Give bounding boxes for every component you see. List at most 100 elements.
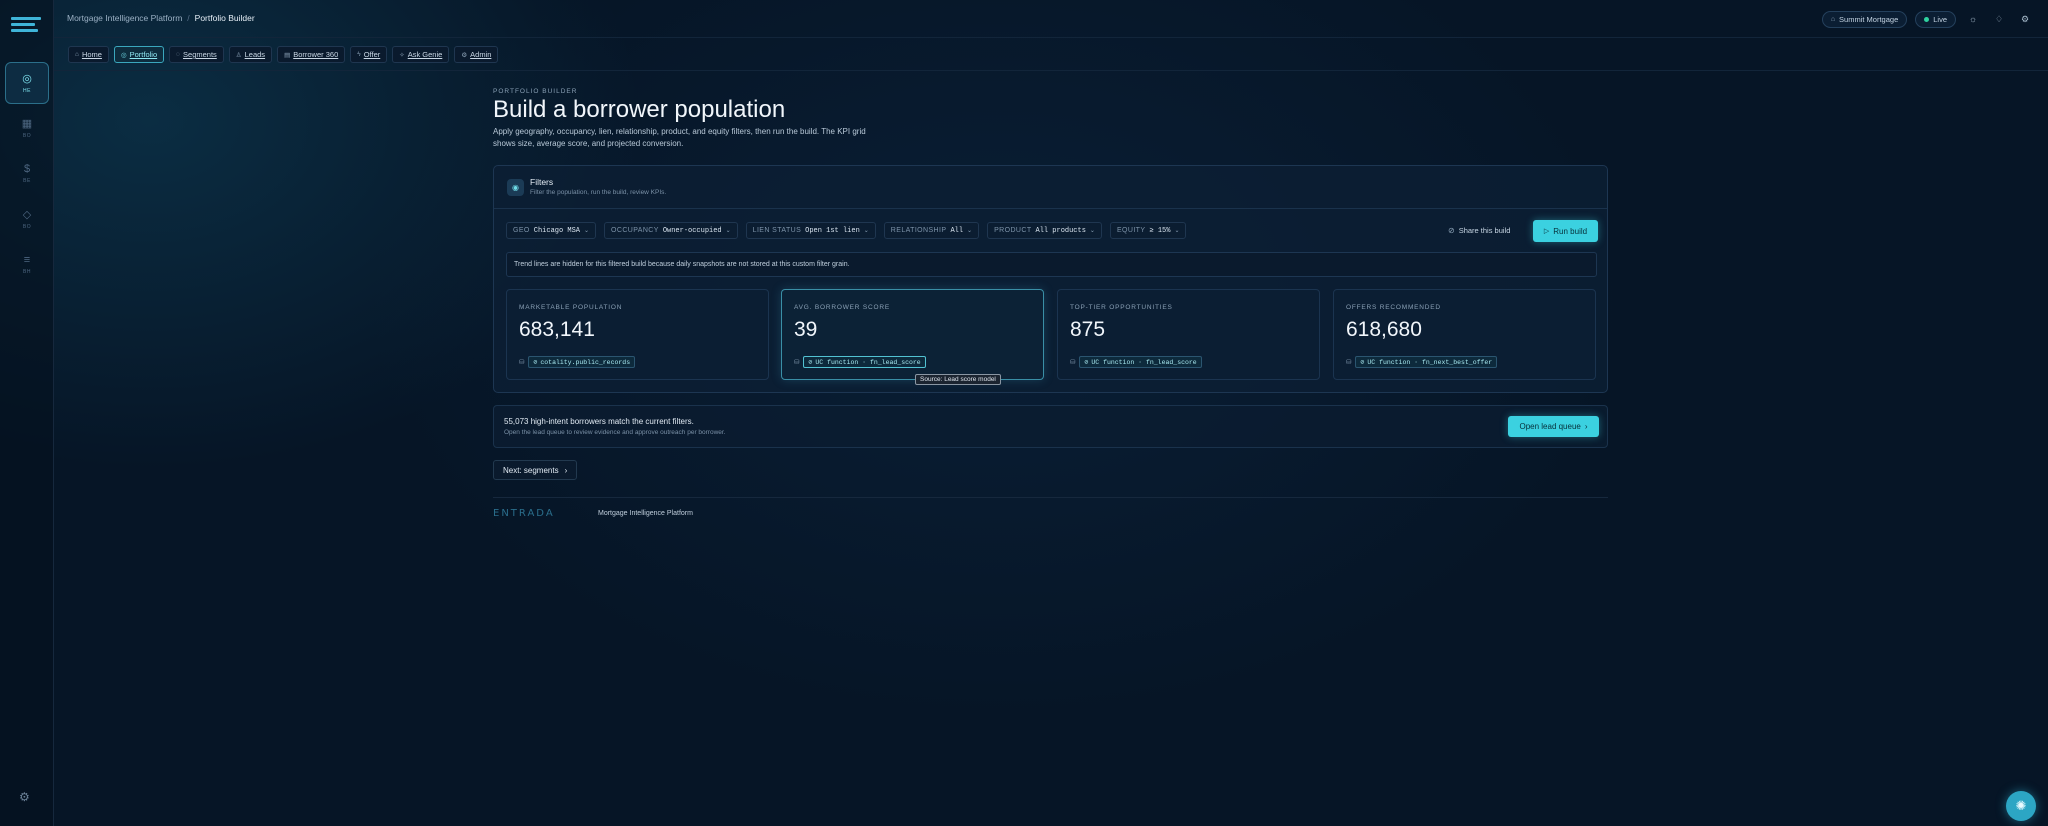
filter-value: Chicago MSA — [533, 226, 580, 235]
app-logo-icon[interactable] — [11, 17, 41, 39]
chevron-down-icon: ⌄ — [967, 228, 973, 234]
filter-equity[interactable]: EQUITY ≥ 15% ⌄ — [1109, 222, 1187, 239]
filter-product[interactable]: PRODUCT All products ⌄ — [987, 222, 1102, 239]
tab-segments[interactable]: ◌ Segments — [169, 46, 224, 63]
chat-icon: ◌ — [176, 51, 181, 58]
chevron-down-icon: ⌄ — [863, 228, 869, 234]
share-build-button[interactable]: ⊘ Share this build — [1448, 222, 1510, 239]
rail-item-filter[interactable]: ≡ BH — [5, 245, 49, 287]
bell-icon[interactable]: ♢ — [1990, 10, 2008, 28]
tab-label: Borrower 360 — [293, 50, 339, 59]
play-icon: ▷ — [1543, 228, 1550, 235]
tab-admin[interactable]: ⚙ Admin — [454, 46, 499, 63]
chevron-right-icon: › — [564, 465, 568, 475]
rail-item-label: BH — [23, 269, 31, 275]
page-title: Build a borrower population — [493, 96, 786, 123]
filter-key: PRODUCT — [994, 227, 1032, 234]
target-icon: ◉ — [507, 179, 524, 196]
rail-item-label: HE — [23, 88, 31, 94]
gear-icon[interactable]: ⚙ — [2016, 10, 2034, 28]
run-build-button[interactable]: ▷ Run build — [1533, 220, 1598, 242]
filter-key: GEO — [513, 227, 530, 234]
source-chip[interactable]: ⊘ UC function · fn_next_best_offer — [1355, 356, 1498, 368]
kpi-value: 39 — [794, 318, 818, 341]
target-icon: ◎ — [22, 73, 32, 85]
intent-title: 55,073 high-intent borrowers match the c… — [504, 417, 694, 426]
database-icon: ⛁ — [519, 359, 525, 366]
sun-icon[interactable]: ☼ — [1964, 10, 1982, 28]
kpi-card-top-tier-opportunities[interactable]: TOP-TIER OPPORTUNITIES 875 ⛁ ⊘ UC function… — [1057, 289, 1320, 380]
filter-icon: ≡ — [23, 254, 31, 266]
rail-item-dollar[interactable]: $ BE — [5, 154, 49, 196]
settings-icon[interactable]: ⚙ — [19, 790, 30, 804]
filter-value: Open 1st lien — [805, 226, 860, 235]
rail-item-home[interactable]: ◎ HE — [5, 62, 49, 104]
source-chip[interactable]: ⊘ UC function · fn_lead_score — [803, 356, 926, 368]
page-eyebrow: PORTFOLIO BUILDER — [493, 88, 578, 95]
filter-lien-status[interactable]: LIEN STATUS Open 1st lien ⌄ — [745, 222, 876, 239]
share-label: Share this build — [1458, 226, 1511, 235]
filter-bar: GEO Chicago MSA ⌄ OCCUPANCY Owner-occupied ⌄… — [506, 222, 1187, 239]
rail-item-grid[interactable]: ▦ BO — [5, 108, 49, 150]
footer-logo: ENTRADA — [493, 508, 555, 519]
shield-icon: ◇ — [22, 209, 32, 221]
tab-ask-genie[interactable]: ✧ Ask Genie — [392, 46, 450, 63]
tab-offer[interactable]: ϟ Offer — [350, 46, 388, 63]
tab-leads[interactable]: ♙ Leads — [228, 46, 273, 63]
kpi-label: TOP-TIER OPPORTUNITIES — [1070, 304, 1173, 311]
tab-borrower-360[interactable]: ▤ Borrower 360 — [277, 46, 346, 63]
kpi-value: 683,141 — [519, 318, 595, 341]
filter-key: RELATIONSHIP — [890, 227, 947, 234]
link-icon: ⊘ — [533, 359, 538, 366]
tab-label: Home — [81, 50, 102, 59]
link-icon: ⊘ — [1084, 359, 1089, 366]
intent-subtitle: Open the lead queue to review evidence a… — [504, 429, 726, 436]
sparkle-icon: ✺ — [2015, 798, 2027, 813]
status-label: Live — [1933, 14, 1947, 24]
filter-key: LIEN STATUS — [752, 227, 802, 234]
next-segments-button[interactable]: Next: segments › — [493, 460, 578, 480]
kpi-card-avg-borrower-score[interactable]: AVG. BORROWER SCORE 39 ⛁ ⊘ UC function · f… — [781, 289, 1044, 380]
kpi-card-offers-recommended[interactable]: OFFERS RECOMMENDED 618,680 ⛁ ⊘ UC function… — [1333, 289, 1596, 380]
kpi-card-marketable-population[interactable]: MARKETABLE POPULATION 683,141 ⛁ ⊘ cotality… — [506, 289, 769, 380]
tab-portfolio[interactable]: ◎ Portfolio — [113, 46, 165, 63]
breadcrumb-root[interactable]: Mortgage Intelligence Platform — [67, 13, 182, 23]
rail-item-shield[interactable]: ◇ BO — [5, 199, 49, 241]
link-icon: ⊘ — [1360, 359, 1365, 366]
database-icon: ⛁ — [1070, 359, 1076, 366]
kpi-label: MARKETABLE POPULATION — [519, 304, 623, 311]
doc-icon: ▤ — [284, 51, 291, 59]
filter-geo[interactable]: GEO Chicago MSA ⌄ — [506, 222, 597, 239]
filters-card: ◉ Filters Filter the population, run the… — [493, 165, 1608, 393]
filter-key: EQUITY — [1116, 227, 1146, 234]
target-icon: ◎ — [120, 51, 127, 59]
footer-divider — [493, 497, 1608, 498]
filter-value: ≥ 15% — [1149, 226, 1171, 235]
tab-label: Ask Genie — [407, 50, 443, 59]
open-lead-queue-button[interactable]: Open lead queue › — [1508, 416, 1599, 437]
filter-value: All — [950, 226, 964, 235]
tenant-selector[interactable]: ⌂ Summit Mortgage — [1821, 10, 1908, 28]
source-chip[interactable]: ⊘ UC function · fn_lead_score — [1079, 356, 1202, 368]
bolt-icon: ϟ — [357, 51, 361, 58]
filter-relationship[interactable]: RELATIONSHIP All ⌄ — [883, 222, 980, 239]
filter-value: Owner-occupied — [662, 226, 722, 235]
next-label: Next: segments — [503, 465, 559, 475]
source-label: UC function · fn_next_best_offer — [1367, 358, 1493, 366]
tab-label: Portfolio — [129, 50, 158, 59]
database-icon: ⛁ — [1346, 359, 1352, 366]
live-dot-icon — [1924, 16, 1930, 22]
open-lead-queue-label: Open lead queue — [1519, 422, 1581, 431]
chevron-right-icon: › — [1584, 422, 1588, 431]
tab-label: Segments — [183, 50, 217, 59]
kpi-label: AVG. BORROWER SCORE — [794, 304, 890, 311]
source-tooltip: Source: Lead score model — [915, 374, 1001, 385]
source-chip[interactable]: ⊘ cotality.public_records — [528, 356, 636, 368]
tab-home[interactable]: ⌂ Home — [68, 46, 109, 63]
chevron-down-icon: ⌄ — [725, 228, 731, 234]
filter-occupancy[interactable]: OCCUPANCY Owner-occupied ⌄ — [604, 222, 738, 239]
breadcrumb: Mortgage Intelligence Platform / Portfolio… — [67, 13, 255, 23]
link-icon: ⊘ — [1448, 226, 1455, 235]
genie-assistant-button[interactable]: ✺ — [2006, 791, 2036, 821]
source-label: UC function · fn_lead_score — [815, 358, 921, 366]
